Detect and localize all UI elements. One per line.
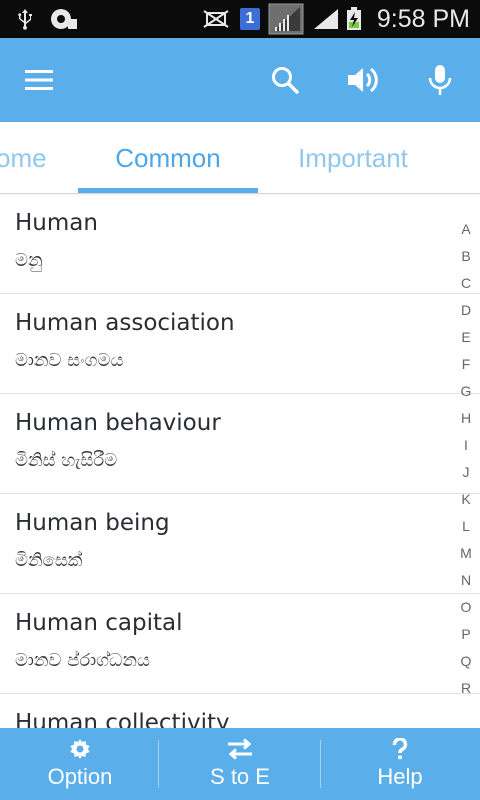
menu-icon xyxy=(25,70,53,90)
list-item[interactable]: Human behaviour මිනිස් හැසිරීම xyxy=(0,394,480,494)
speaker-button[interactable] xyxy=(339,56,387,104)
signal-box-icon xyxy=(268,3,304,35)
word-sinhala: මිනිස් හැසිරීම xyxy=(15,450,118,471)
word-english: Human xyxy=(15,210,98,236)
list-item[interactable]: Human capital මානව ප්රාග්ධනය xyxy=(0,594,480,694)
word-sinhala: මානව සංගමය xyxy=(15,350,124,371)
status-bar: 1 9:58 PM xyxy=(0,0,480,38)
alphabet-letter[interactable]: P xyxy=(452,621,480,648)
alphabet-letter[interactable]: C xyxy=(452,270,480,297)
microphone-button[interactable] xyxy=(416,56,464,104)
microphone-icon xyxy=(428,65,452,95)
swap-language-button[interactable]: S to E xyxy=(160,728,320,800)
option-button[interactable]: Option xyxy=(0,728,160,800)
notification-badge: 1 xyxy=(245,10,255,27)
bottom-divider xyxy=(158,740,159,788)
alphabet-letter[interactable]: Q xyxy=(452,648,480,675)
alphabet-letter[interactable]: M xyxy=(452,540,480,567)
help-label: Help xyxy=(377,764,423,789)
alphabet-letter[interactable]: O xyxy=(452,594,480,621)
tab-home[interactable]: ome xyxy=(0,122,56,193)
list-item[interactable]: Human මනු xyxy=(0,194,480,294)
alphabet-letter[interactable]: B xyxy=(452,243,480,270)
word-english: Human association xyxy=(15,310,235,336)
alphabet-letter[interactable]: E xyxy=(452,324,480,351)
alphabet-letter[interactable]: G xyxy=(452,378,480,405)
tab-common[interactable]: Common xyxy=(78,122,258,193)
alphabet-letter[interactable]: J xyxy=(452,459,480,486)
gear-icon xyxy=(0,738,160,760)
bottom-bar: Option S to E Help xyxy=(0,728,480,800)
category-tabs: ome Common Important xyxy=(0,122,480,194)
speaker-icon xyxy=(348,67,378,93)
swap-label: S to E xyxy=(210,764,270,789)
option-label: Option xyxy=(47,764,113,789)
alphabet-letter[interactable]: I xyxy=(452,432,480,459)
tab-important[interactable]: Important xyxy=(278,122,428,193)
list-item[interactable]: Human association මානව සංගමය xyxy=(0,294,480,394)
list-item[interactable]: Human being මිනිසෙක් xyxy=(0,494,480,594)
alphabet-letter[interactable]: F xyxy=(452,351,480,378)
word-english: Human being xyxy=(15,510,170,536)
alphabet-letter[interactable]: A xyxy=(452,216,480,243)
search-icon xyxy=(272,67,299,94)
alphabet-letter[interactable]: D xyxy=(452,297,480,324)
list-item[interactable]: Human collectivity xyxy=(0,694,480,728)
battery-charging-icon xyxy=(344,7,364,31)
usb-icon xyxy=(14,7,36,31)
alphabet-letter[interactable]: S xyxy=(452,702,480,710)
search-button[interactable] xyxy=(261,56,309,104)
status-time: 9:58 PM xyxy=(376,5,470,33)
word-list[interactable]: Human මනු Human association මානව සංගමය H… xyxy=(0,194,480,728)
notification-icon: 1 xyxy=(238,7,262,31)
help-icon xyxy=(320,738,480,760)
app-toolbar xyxy=(0,38,480,122)
alphabet-index[interactable]: ABCDEFGHIJKLMNOPQRS xyxy=(452,216,480,710)
menu-button[interactable] xyxy=(15,56,63,104)
swap-icon xyxy=(160,738,320,760)
alphabet-letter[interactable]: N xyxy=(452,567,480,594)
word-english: Human behaviour xyxy=(15,410,221,436)
mute-icon xyxy=(200,7,232,31)
alphabet-letter[interactable]: L xyxy=(452,513,480,540)
help-button[interactable]: Help xyxy=(320,728,480,800)
word-english: Human capital xyxy=(15,610,183,636)
word-sinhala: මානව ප්රාග්ධනය xyxy=(15,650,150,671)
alphabet-letter[interactable]: H xyxy=(452,405,480,432)
alphabet-letter[interactable]: R xyxy=(452,675,480,702)
voicemail-icon xyxy=(48,7,78,31)
word-english: Human collectivity xyxy=(15,710,230,728)
word-sinhala: මනු xyxy=(15,250,43,271)
word-sinhala: මිනිසෙක් xyxy=(15,550,83,571)
alphabet-letter[interactable]: K xyxy=(452,486,480,513)
signal-icon xyxy=(312,7,340,31)
